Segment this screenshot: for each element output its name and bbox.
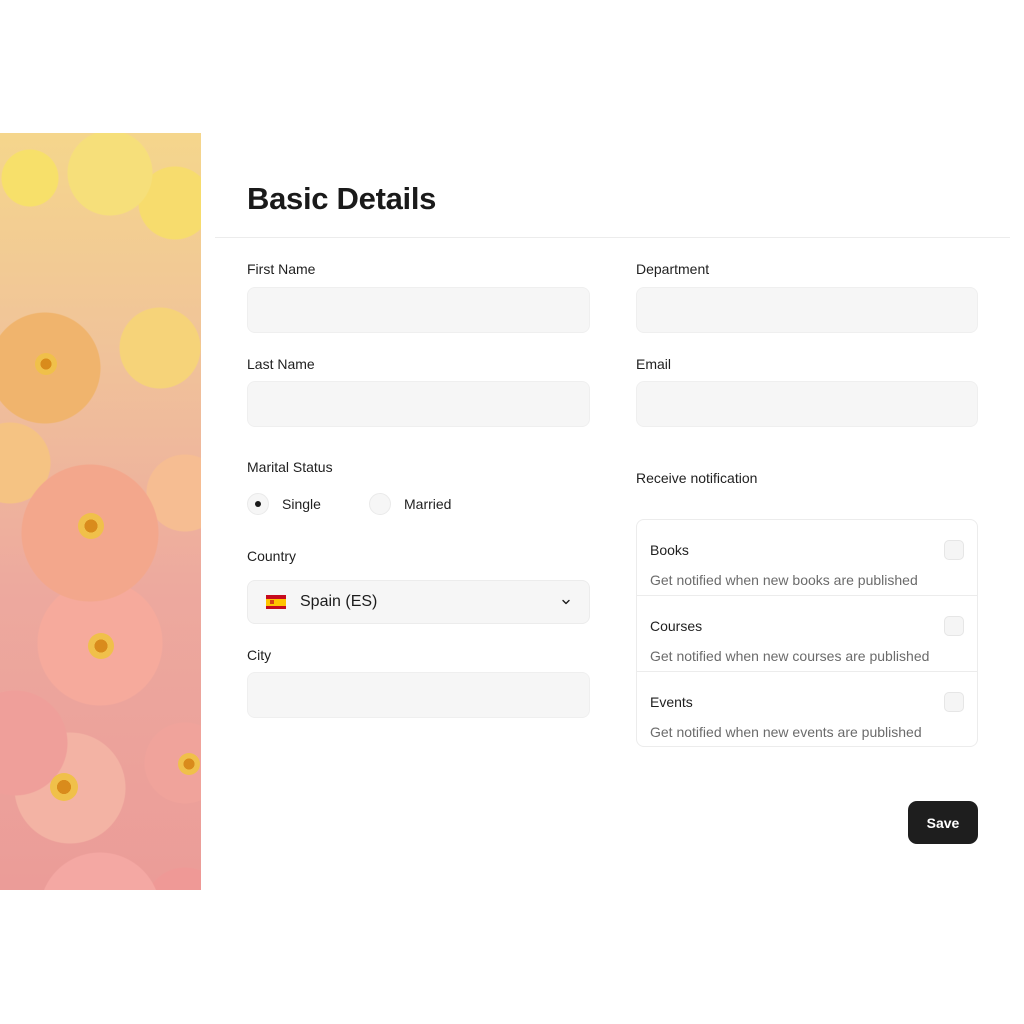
header-divider <box>215 237 1010 238</box>
receive-notification-label: Receive notification <box>636 470 758 486</box>
email-label: Email <box>636 356 672 372</box>
department-label: Department <box>636 261 710 277</box>
radio-married-label: Married <box>404 496 452 512</box>
notification-description: Get notified when new courses are publis… <box>650 648 930 664</box>
department-field <box>636 287 978 333</box>
country-selected-value: Spain (ES) <box>300 593 378 610</box>
radio-single-indicator[interactable] <box>247 493 269 515</box>
events-checkbox[interactable] <box>944 692 964 712</box>
notification-description: Get notified when new events are publish… <box>650 724 922 740</box>
flower-centre <box>78 513 104 539</box>
department-input[interactable] <box>637 288 977 332</box>
last-name-field <box>247 381 590 427</box>
notification-item-courses: Courses Get notified when new courses ar… <box>637 596 977 672</box>
notification-title: Books <box>650 542 689 558</box>
flower-centre <box>35 353 57 375</box>
notification-description: Get notified when new books are publishe… <box>650 572 918 588</box>
spain-flag-icon <box>266 595 286 609</box>
city-input[interactable] <box>248 673 589 717</box>
first-name-input[interactable] <box>248 288 589 332</box>
email-input[interactable] <box>637 382 977 426</box>
radio-married-indicator[interactable] <box>369 493 391 515</box>
save-button[interactable]: Save <box>908 801 978 844</box>
radio-married[interactable]: Married <box>369 493 451 515</box>
chevron-down-icon <box>562 599 570 605</box>
courses-checkbox[interactable] <box>944 616 964 636</box>
city-field <box>247 672 590 718</box>
page-title: Basic Details <box>247 181 437 216</box>
last-name-label: Last Name <box>247 356 315 372</box>
notification-title: Courses <box>650 618 703 634</box>
notification-item-events: Events Get notified when new events are … <box>637 672 977 748</box>
flower-centre <box>50 773 78 801</box>
notification-item-books: Books Get notified when new books are pu… <box>637 520 977 596</box>
first-name-field <box>247 287 590 333</box>
last-name-input[interactable] <box>248 382 589 426</box>
flowers-photo <box>0 133 201 890</box>
email-field <box>636 381 978 427</box>
radio-single-label: Single <box>282 496 321 512</box>
flower-centre <box>88 633 114 659</box>
country-label: Country <box>247 548 297 564</box>
notification-title: Events <box>650 694 693 710</box>
city-label: City <box>247 647 272 663</box>
country-select[interactable]: Spain (ES) <box>247 580 590 624</box>
radio-single[interactable]: Single <box>247 493 321 515</box>
notification-options: Books Get notified when new books are pu… <box>636 519 978 747</box>
first-name-label: First Name <box>247 261 316 277</box>
marital-status-label: Marital Status <box>247 459 333 475</box>
books-checkbox[interactable] <box>944 540 964 560</box>
flower-centre <box>178 753 200 775</box>
